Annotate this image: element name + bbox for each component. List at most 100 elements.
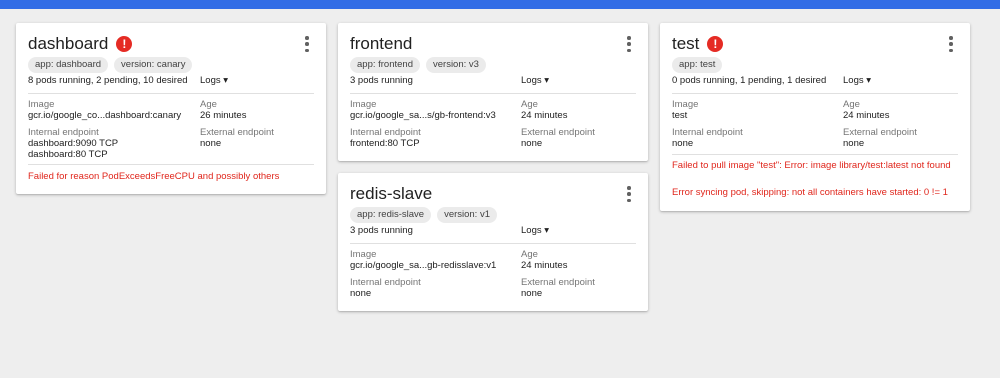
replication-controller-card-redis-slave: redis-slave app: redis-slave version: v1… [338, 173, 648, 311]
replication-controller-card-frontend: frontend app: frontend version: v3 3 pod… [338, 23, 648, 161]
card-title[interactable]: frontend [350, 33, 412, 55]
logs-dropdown[interactable]: Logs ▾ [200, 75, 228, 86]
logs-dropdown[interactable]: Logs ▾ [843, 75, 871, 86]
age-label: Age [521, 249, 538, 260]
external-endpoint-label: External endpoint [521, 277, 595, 288]
internal-endpoint-label: Internal endpoint [672, 127, 743, 138]
more-vert-icon[interactable] [302, 36, 312, 52]
divider [350, 243, 636, 244]
external-endpoint-value: none [521, 288, 543, 299]
age-label: Age [200, 99, 217, 110]
label-chips: app: frontend version: v3 [350, 57, 492, 73]
internal-endpoint-value: dashboard:9090 TCP [28, 138, 119, 149]
external-endpoint-label: External endpoint [200, 127, 274, 138]
label-chip: app: redis-slave [350, 207, 432, 223]
error-message: Failed to pull image "test": Error: imag… [672, 160, 951, 171]
error-message: Error syncing pod, skipping: not all con… [672, 187, 948, 198]
divider [28, 164, 314, 165]
age-value: 24 minutes [843, 110, 890, 121]
image-label: Image [350, 249, 377, 260]
image-value: gcr.io/google_sa...s/gb-frontend:v3 [350, 110, 496, 121]
image-label: Image [28, 99, 55, 110]
image-field: Image test [672, 99, 698, 121]
divider [672, 154, 958, 155]
image-field: Image gcr.io/google_sa...s/gb-frontend:v… [350, 99, 496, 121]
label-chip: version: v1 [437, 207, 497, 223]
internal-endpoint-field: Internal endpoint frontend:80 TCP [350, 127, 421, 149]
internal-endpoint-label: Internal endpoint [350, 277, 421, 288]
label-chip: app: frontend [350, 57, 420, 73]
internal-endpoint-value: dashboard:80 TCP [28, 149, 108, 160]
age-value: 26 minutes [200, 110, 247, 121]
internal-endpoint-value: frontend:80 TCP [350, 138, 420, 149]
more-vert-icon[interactable] [624, 186, 634, 202]
replication-controller-card-dashboard: dashboard ! app: dashboard version: cana… [16, 23, 326, 194]
internal-endpoint-field: Internal endpoint none [672, 127, 743, 149]
pods-status-row: 0 pods running, 1 pending, 1 desired Log… [672, 75, 958, 89]
top-app-bar [0, 0, 1000, 9]
age-field: Age 26 minutes [200, 99, 246, 121]
label-chip: app: test [672, 57, 723, 73]
internal-endpoint-label: Internal endpoint [28, 127, 99, 138]
age-field: Age 24 minutes [521, 249, 567, 271]
card-title[interactable]: test [672, 33, 699, 55]
age-value: 24 minutes [521, 260, 568, 271]
error-icon: ! [707, 36, 724, 52]
pods-status-row: 3 pods running Logs ▾ [350, 75, 636, 89]
card-header: redis-slave [350, 183, 432, 205]
image-label: Image [672, 99, 699, 110]
label-chip: version: canary [114, 57, 193, 73]
external-endpoint-label: External endpoint [843, 127, 917, 138]
internal-endpoint-field: Internal endpoint none [350, 277, 421, 299]
label-chip: app: dashboard [28, 57, 109, 73]
pods-status: 0 pods running, 1 pending, 1 desired [672, 75, 827, 86]
internal-endpoint-value: none [350, 288, 372, 299]
external-endpoint-value: none [521, 138, 543, 149]
pods-status-row: 8 pods running, 2 pending, 10 desired Lo… [28, 75, 314, 89]
age-label: Age [521, 99, 538, 110]
external-endpoint-value: none [200, 138, 222, 149]
label-chip: version: v3 [426, 57, 486, 73]
external-endpoint-field: External endpoint none [521, 277, 595, 299]
age-label: Age [843, 99, 860, 110]
external-endpoint-value: none [843, 138, 865, 149]
age-field: Age 24 minutes [521, 99, 567, 121]
card-title[interactable]: redis-slave [350, 183, 432, 205]
card-header: test ! [672, 33, 724, 55]
image-value: gcr.io/google_sa...gb-redisslave:v1 [350, 260, 497, 271]
internal-endpoint-field: Internal endpoint dashboard:9090 TCP das… [28, 127, 118, 160]
label-chips: app: dashboard version: canary [28, 57, 198, 73]
card-header: dashboard ! [28, 33, 133, 55]
external-endpoint-label: External endpoint [521, 127, 595, 138]
label-chips: app: redis-slave version: v1 [350, 207, 503, 223]
pods-status-row: 3 pods running Logs ▾ [350, 225, 636, 239]
card-title[interactable]: dashboard [28, 33, 108, 55]
card-header: frontend [350, 33, 412, 55]
label-chips: app: test [672, 57, 728, 73]
image-field: Image gcr.io/google_co...dashboard:canar… [28, 99, 181, 121]
more-vert-icon[interactable] [946, 36, 956, 52]
pods-status: 8 pods running, 2 pending, 10 desired [28, 75, 188, 86]
internal-endpoint-label: Internal endpoint [350, 127, 421, 138]
image-field: Image gcr.io/google_sa...gb-redisslave:v… [350, 249, 496, 271]
logs-dropdown[interactable]: Logs ▾ [521, 225, 549, 236]
image-value: gcr.io/google_co...dashboard:canary [28, 110, 182, 121]
external-endpoint-field: External endpoint none [843, 127, 917, 149]
internal-endpoint-value: none [672, 138, 694, 149]
pods-status: 3 pods running [350, 225, 413, 236]
age-value: 24 minutes [521, 110, 568, 121]
divider [672, 93, 958, 94]
divider [28, 93, 314, 94]
replication-controller-card-test: test ! app: test 0 pods running, 1 pendi… [660, 23, 970, 211]
external-endpoint-field: External endpoint none [521, 127, 595, 149]
error-icon: ! [116, 36, 133, 52]
error-message: Failed for reason PodExceedsFreeCPU and … [28, 171, 280, 182]
external-endpoint-field: External endpoint none [200, 127, 274, 149]
image-value: test [672, 110, 688, 121]
logs-dropdown[interactable]: Logs ▾ [521, 75, 549, 86]
divider [350, 93, 636, 94]
pods-status: 3 pods running [350, 75, 413, 86]
age-field: Age 24 minutes [843, 99, 889, 121]
more-vert-icon[interactable] [624, 36, 634, 52]
image-label: Image [350, 99, 377, 110]
